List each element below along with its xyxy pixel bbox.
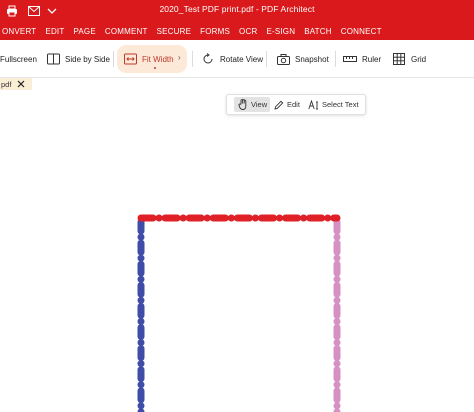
ribbon-tabs: ONVERT EDIT PAGE COMMENT SECURE FORMS OC… (0, 22, 474, 40)
toolbar-divider (266, 51, 267, 67)
tab-comment[interactable]: COMMENT (105, 27, 148, 36)
grid-button[interactable]: Grid (392, 46, 426, 72)
toolbar-divider (192, 51, 193, 67)
fit-width-label: Fit Width (142, 54, 174, 64)
camera-icon (276, 52, 290, 66)
page-border-drawing (137, 214, 341, 412)
edit-mode-button[interactable]: Edit (270, 97, 303, 112)
document-canvas[interactable] (0, 90, 474, 412)
select-text-label: Select Text (322, 100, 359, 109)
hand-icon (237, 99, 248, 110)
view-mode-button[interactable]: View (234, 97, 271, 112)
side-by-side-label: Side by Side (65, 54, 110, 64)
side-by-side-button[interactable]: Side by Side (46, 46, 110, 72)
ruler-label: Ruler (362, 54, 382, 64)
document-tab-bar: pdf (0, 78, 474, 90)
tab-forms[interactable]: FORMS (200, 27, 230, 36)
fit-width-button[interactable]: Fit Width › (117, 45, 187, 73)
rotate-view-button[interactable]: Rotate View (201, 46, 263, 72)
rotate-view-label: Rotate View (220, 54, 263, 64)
text-cursor-icon (308, 99, 319, 110)
select-text-button[interactable]: Select Text (305, 97, 362, 112)
fit-width-icon (123, 52, 137, 66)
rotate-icon (201, 52, 215, 66)
view-toolbar: Fullscreen Side by Side Fit Width › Rota… (0, 40, 474, 78)
tab-connect[interactable]: CONNECT (341, 27, 382, 36)
edit-mode-label: Edit (287, 100, 300, 109)
close-icon[interactable] (17, 80, 25, 88)
tab-convert[interactable]: ONVERT (2, 27, 36, 36)
interaction-mode-bar: View Edit Select Text (226, 94, 366, 115)
view-mode-label: View (251, 100, 268, 109)
tab-batch[interactable]: BATCH (304, 27, 332, 36)
grid-label: Grid (411, 54, 427, 64)
snapshot-label: Snapshot (295, 54, 329, 64)
toolbar-divider (335, 51, 336, 67)
tab-esign[interactable]: E-SIGN (266, 27, 295, 36)
snapshot-button[interactable]: Snapshot (276, 46, 329, 72)
tab-edit[interactable]: EDIT (45, 27, 64, 36)
tab-page[interactable]: PAGE (73, 27, 95, 36)
fullscreen-label: Fullscreen (0, 54, 37, 64)
tab-secure[interactable]: SECURE (157, 27, 192, 36)
chevron-right-icon[interactable]: › (178, 53, 181, 62)
ruler-button[interactable]: Ruler (343, 46, 381, 72)
document-tab-label: pdf (1, 79, 12, 89)
grid-icon (392, 52, 406, 66)
window-title: 2020_Test PDF print.pdf - PDF Architect (159, 4, 315, 14)
document-tab[interactable]: pdf (0, 78, 32, 90)
fullscreen-button[interactable]: Fullscreen (0, 46, 37, 72)
active-indicator (154, 67, 156, 69)
tab-ocr[interactable]: OCR (239, 27, 257, 36)
book-icon (46, 52, 60, 66)
ruler-icon (343, 52, 357, 66)
title-bar: 2020_Test PDF print.pdf - PDF Architect (0, 0, 474, 22)
pencil-icon (273, 99, 284, 110)
toolbar-divider (113, 51, 114, 67)
